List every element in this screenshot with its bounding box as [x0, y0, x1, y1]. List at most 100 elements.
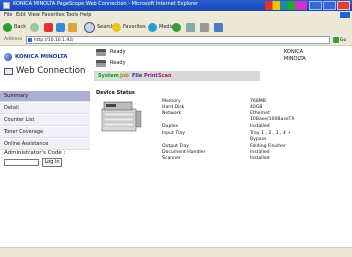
info-key: Network	[162, 111, 182, 116]
scanner-status-icon	[96, 59, 106, 67]
forward-arrow-icon	[30, 22, 39, 32]
info-row-output-tray: Output Tray Folding Finisher	[162, 144, 286, 149]
media-button[interactable]: Media	[148, 22, 174, 32]
windows-logo-icon	[340, 12, 350, 18]
home-button[interactable]	[68, 22, 77, 32]
info-key: Input Tray	[162, 131, 185, 136]
brand-line-1: KONICA	[284, 49, 304, 55]
menu-file[interactable]: File	[4, 12, 12, 18]
print-button[interactable]	[200, 22, 209, 32]
ie-icon	[3, 2, 10, 9]
tab-job[interactable]: Job	[118, 72, 131, 80]
admin-code-input[interactable]	[4, 159, 39, 166]
info-value: Installed	[250, 124, 270, 129]
menu-tools[interactable]: Tools	[66, 12, 78, 18]
info-row-duplex: Duplex Installed	[162, 124, 270, 129]
mail-button[interactable]	[186, 22, 195, 32]
search-button[interactable]: Search	[84, 21, 114, 33]
info-row-scanner: Scanner Installed	[162, 156, 270, 161]
info-key: Scanner	[162, 156, 181, 161]
info-value: Tray 1 , 2 , 3 , 4 +	[250, 131, 292, 136]
history-button[interactable]	[172, 22, 181, 32]
info-row-hard-disk: Hard Disk 40GB	[162, 105, 263, 110]
go-arrow-icon	[333, 37, 339, 43]
menu-view[interactable]: View	[28, 12, 40, 18]
toolbar: Back Search Favorites Media	[0, 19, 352, 36]
menu-favorites[interactable]: Favorites	[42, 12, 65, 18]
app-title: Web Connection	[4, 66, 85, 76]
logo-text: KONICA MINOLTA	[15, 54, 68, 60]
mail-icon	[186, 22, 195, 32]
left-panel: KONICA MINOLTA Web Connection Summary De…	[0, 46, 92, 256]
stop-icon	[44, 22, 53, 32]
info-row-input-tray: Input Tray Tray 1 , 2 , 3 , 4 +	[162, 131, 291, 136]
page-icon	[28, 38, 32, 42]
address-bar: Address http://10.10.1.92/ Go	[0, 35, 352, 46]
sidebar-item-online-assistance[interactable]: Online Assistance	[0, 139, 90, 150]
media-icon	[148, 22, 157, 32]
info-key: Duplex	[162, 124, 179, 129]
info-row-document-handler: Document Handler Installed	[162, 150, 270, 155]
history-icon	[172, 22, 181, 32]
address-label: Address	[4, 37, 22, 42]
main-panel: Ready Ready KONICA MINOLTA System Job Fi…	[94, 46, 352, 256]
device-status-heading: Device Status	[96, 90, 135, 96]
forward-button[interactable]	[30, 22, 39, 32]
admin-code-label: Administrator's Code :	[4, 150, 66, 156]
close-button[interactable]	[337, 1, 350, 10]
printer-icon	[200, 22, 209, 32]
favorites-label: Favorites	[123, 24, 146, 30]
login-button[interactable]: Log in	[42, 158, 62, 167]
info-value: Folding Finisher	[250, 144, 286, 149]
sidebar-item-counter-list[interactable]: Counter List	[0, 115, 90, 126]
menu-help[interactable]: Help	[80, 12, 91, 18]
back-button[interactable]: Back	[3, 22, 26, 32]
info-key: Memory	[162, 99, 181, 104]
search-icon	[84, 21, 95, 33]
info-row-network: Network Ethernet	[162, 111, 270, 116]
printer-status-icon	[96, 48, 106, 56]
info-value: Ethernet	[250, 111, 270, 116]
tab-scan[interactable]: Scan	[156, 72, 174, 80]
brand-label: KONICA MINOLTA	[284, 49, 306, 63]
info-value: Installed	[250, 150, 270, 155]
sidebar-item-toner-coverage[interactable]: Toner Coverage	[0, 127, 90, 138]
taskbar-icons	[265, 1, 307, 10]
address-input[interactable]: http://10.10.1.92/	[26, 36, 330, 44]
info-value: 768MB	[250, 99, 266, 104]
star-icon	[112, 22, 121, 32]
pagescope-icon	[4, 67, 13, 75]
info-key: Hard Disk	[162, 105, 185, 110]
info-value: Installed	[250, 156, 270, 161]
minimize-button[interactable]	[309, 1, 322, 10]
info-key: Document Handler	[162, 150, 206, 155]
tab-bar: System Job File Print Scan	[94, 71, 260, 81]
scanner-status-row: Ready	[96, 59, 126, 67]
refresh-icon	[56, 22, 65, 32]
home-icon	[68, 22, 77, 32]
back-label: Back	[14, 24, 27, 30]
menu-edit[interactable]: Edit	[16, 12, 26, 18]
scanner-status-text: Ready	[110, 60, 126, 66]
maximize-button[interactable]	[323, 1, 336, 10]
konica-minolta-globe-icon	[4, 53, 12, 61]
go-label: Go	[340, 37, 347, 43]
sidebar-item-detail[interactable]: Detail	[0, 103, 90, 114]
konica-minolta-logo: KONICA MINOLTA	[4, 53, 68, 61]
edit-button[interactable]	[214, 22, 223, 32]
info-value: 10Base/100BaseTX	[250, 117, 295, 122]
page-content: KONICA MINOLTA Web Connection Summary De…	[0, 46, 352, 256]
window-title: KONICA MINOLTA PageScope Web Connection …	[13, 1, 199, 7]
go-button[interactable]: Go	[333, 36, 350, 44]
info-row-memory: Memory 768MB	[162, 99, 266, 104]
sidebar-item-summary[interactable]: Summary	[0, 91, 90, 102]
sidebar-nav: Summary Detail Counter List Toner Covera…	[0, 91, 90, 151]
window-titlebar: KONICA MINOLTA PageScope Web Connection …	[0, 0, 352, 11]
stop-button[interactable]	[44, 22, 53, 32]
app-title-text: Web Connection	[16, 66, 86, 76]
favorites-button[interactable]: Favorites	[112, 22, 146, 32]
back-arrow-icon	[3, 22, 12, 32]
printer-status-row: Ready	[96, 48, 126, 56]
refresh-button[interactable]	[56, 22, 65, 32]
printer-status-text: Ready	[110, 49, 126, 55]
